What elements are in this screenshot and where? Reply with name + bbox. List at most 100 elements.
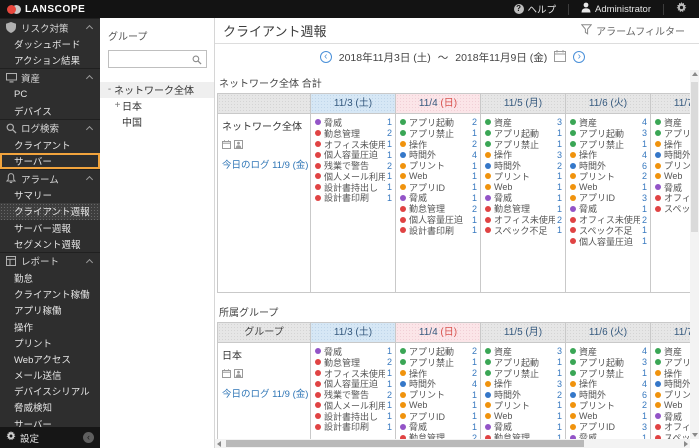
alarm-count-link[interactable]: 1 <box>470 225 477 235</box>
sidebar-item[interactable]: アクション結果 <box>0 52 100 68</box>
alarm-count-link[interactable]: 1 <box>470 193 477 203</box>
alarm-count-link[interactable]: 1 <box>555 182 562 192</box>
alarm-count-link[interactable]: 1 <box>555 368 562 378</box>
alarm-count-link[interactable]: 2 <box>470 139 477 149</box>
sidebar-section-header[interactable]: ログ検索 <box>0 118 100 137</box>
alarm-count-link[interactable]: 3 <box>640 422 647 432</box>
sidebar-section-header[interactable]: アラーム <box>0 169 100 187</box>
alarm-count-link[interactable]: 1 <box>470 171 477 181</box>
alarm-count-link[interactable]: 3 <box>640 128 647 138</box>
alarm-count-link[interactable]: 3 <box>640 193 647 203</box>
today-log-link[interactable]: 今日のログ 11/9 (金) <box>222 157 308 171</box>
settings-gear-button[interactable] <box>664 0 699 18</box>
sidebar-item[interactable]: サーバー <box>0 152 100 170</box>
sidebar-item[interactable]: ダッシュボード <box>0 36 100 52</box>
alarm-count-link[interactable]: 1 <box>470 411 477 421</box>
sidebar-item[interactable]: 脅威検知 <box>0 399 100 415</box>
alarm-count-link[interactable]: 1 <box>470 400 477 410</box>
tree-node[interactable]: - ネットワーク全体 <box>100 81 214 98</box>
alarm-count-link[interactable]: 1 <box>470 161 477 171</box>
sidebar-item-settings[interactable]: 設定 ‹ <box>0 427 100 448</box>
alarm-count-link[interactable]: 1 <box>385 182 392 192</box>
sidebar-item[interactable]: クライアント稼働 <box>0 286 100 302</box>
collapse-sidebar-button[interactable]: ‹ <box>83 432 94 443</box>
alarm-count-link[interactable]: 4 <box>470 150 477 160</box>
alarm-count-link[interactable]: 1 <box>470 390 477 400</box>
sidebar-item[interactable]: デバイス <box>0 103 100 119</box>
alarm-count-link[interactable]: 2 <box>470 368 477 378</box>
today-log-link[interactable]: 今日のログ 11/9 (金) <box>222 386 308 400</box>
vertical-scrollbar[interactable] <box>690 70 699 439</box>
alarm-count-link[interactable]: 1 <box>555 171 562 181</box>
alarm-count-link[interactable]: 4 <box>470 379 477 389</box>
alarm-count-link[interactable]: 3 <box>555 150 562 160</box>
sidebar-item[interactable]: セグメント週報 <box>0 236 100 252</box>
horizontal-scrollbar[interactable] <box>215 439 690 448</box>
alarm-count-link[interactable]: 4 <box>640 150 647 160</box>
sidebar-item[interactable]: サマリー <box>0 187 100 203</box>
user-log-icon[interactable] <box>234 365 243 383</box>
alarm-count-link[interactable]: 3 <box>555 346 562 356</box>
sidebar-item[interactable]: 操作 <box>0 318 100 334</box>
alarm-count-link[interactable]: 1 <box>470 422 477 432</box>
horizontal-scrollbar-thumb[interactable] <box>226 440 584 447</box>
alarm-count-link[interactable]: 1 <box>640 236 647 246</box>
alarm-count-link[interactable]: 3 <box>555 117 562 127</box>
alarm-count-link[interactable]: 2 <box>640 400 647 410</box>
alarm-count-link[interactable]: 2 <box>470 117 477 127</box>
sidebar-section-header[interactable]: リスク対策 <box>0 18 100 36</box>
calendar-icon[interactable] <box>222 365 231 383</box>
alarm-count-link[interactable]: 1 <box>555 128 562 138</box>
alarm-count-link[interactable]: 1 <box>555 204 562 214</box>
alarm-count-link[interactable]: 4 <box>640 346 647 356</box>
next-week-button[interactable]: › <box>573 51 586 63</box>
alarm-count-link[interactable]: 2 <box>555 161 562 171</box>
alarm-count-link[interactable]: 6 <box>640 161 647 171</box>
user-log-icon[interactable] <box>234 136 243 154</box>
alarm-count-link[interactable]: 2 <box>555 215 562 225</box>
vertical-scrollbar-thumb[interactable] <box>691 82 698 232</box>
alarm-count-link[interactable]: 1 <box>640 204 647 214</box>
alarm-count-link[interactable]: 1 <box>385 379 392 389</box>
alarm-count-link[interactable]: 2 <box>385 390 392 400</box>
calendar-picker-button[interactable] <box>554 49 567 65</box>
alarm-count-link[interactable]: 1 <box>385 411 392 421</box>
alarm-count-link[interactable]: 1 <box>470 182 477 192</box>
alarm-count-link[interactable]: 1 <box>640 368 647 378</box>
sidebar-item[interactable]: サーバー週報 <box>0 220 100 236</box>
sidebar-section-header[interactable]: 資産 <box>0 68 100 86</box>
alarm-count-link[interactable]: 1 <box>385 422 392 432</box>
alarm-count-link[interactable]: 2 <box>385 357 392 367</box>
alarm-count-link[interactable]: 6 <box>640 390 647 400</box>
alarm-count-link[interactable]: 1 <box>555 193 562 203</box>
sidebar-item[interactable]: クライアント週報 <box>0 203 100 220</box>
alarm-count-link[interactable]: 1 <box>385 400 392 410</box>
alarm-count-link[interactable]: 1 <box>470 357 477 367</box>
sidebar-item[interactable]: Webアクセス <box>0 351 100 367</box>
alarm-count-link[interactable]: 1 <box>640 225 647 235</box>
alarm-count-link[interactable]: 1 <box>555 357 562 367</box>
tree-expander[interactable]: - <box>105 84 114 95</box>
alarm-count-link[interactable]: 1 <box>640 139 647 149</box>
alarm-count-link[interactable]: 1 <box>470 215 477 225</box>
alarm-count-link[interactable]: 2 <box>640 215 647 225</box>
sidebar-item[interactable]: デバイスシリアル <box>0 383 100 399</box>
prev-week-button[interactable]: ‹ <box>319 51 332 63</box>
alarm-count-link[interactable]: 1 <box>640 411 647 421</box>
scroll-right-arrow[interactable] <box>684 441 688 447</box>
alarm-count-link[interactable]: 4 <box>640 117 647 127</box>
scroll-down-arrow[interactable] <box>692 433 698 437</box>
alarm-count-link[interactable]: 1 <box>470 128 477 138</box>
sidebar-section-header[interactable]: レポート <box>0 251 100 270</box>
tree-node[interactable]: 中国 <box>100 114 214 130</box>
alarm-count-link[interactable]: 2 <box>470 346 477 356</box>
alarm-count-link[interactable]: 1 <box>555 400 562 410</box>
alarm-count-link[interactable]: 1 <box>385 150 392 160</box>
sidebar-item[interactable]: 勤怠 <box>0 270 100 286</box>
help-button[interactable]: ? ヘルプ <box>502 0 569 18</box>
alarm-count-link[interactable]: 1 <box>555 139 562 149</box>
tree-expander[interactable]: + <box>113 100 122 111</box>
scroll-up-arrow[interactable] <box>692 72 698 76</box>
calendar-icon[interactable] <box>222 136 231 154</box>
alarm-count-link[interactable]: 1 <box>385 346 392 356</box>
